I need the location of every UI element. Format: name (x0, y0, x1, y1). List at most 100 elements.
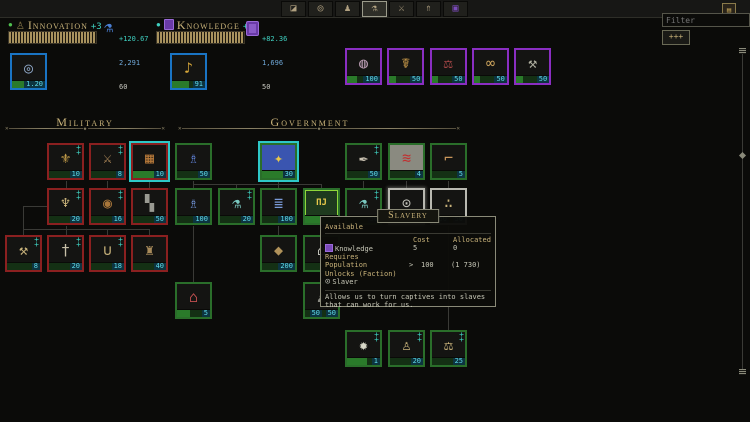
tech-node-stone-wall[interactable]: ▚50 (131, 188, 168, 225)
knowledge-book-icon (164, 19, 174, 30)
node-value-badge: 40 (154, 263, 166, 270)
node-value-badge: 10 (154, 171, 166, 178)
tooltip-requires-name: Population (325, 261, 367, 269)
node-upgrade-plus-icon: ++ (417, 332, 422, 342)
tech-node-scrolls[interactable]: ≣100 (260, 188, 297, 225)
theater-icon: ◍ (347, 50, 380, 77)
node-value-badge: 100 (363, 76, 380, 83)
tree-edge (149, 181, 150, 188)
node-value-badge: 50 (154, 216, 166, 223)
tech-node-flask-figures[interactable]: ⚗20++ (218, 188, 255, 225)
tech-node-tools[interactable]: ⚒50 (514, 48, 551, 85)
innovation-flask-icon: ⚗ (104, 20, 113, 35)
node-value-badge: 8 (32, 263, 40, 270)
tech-node-shield-banner[interactable]: ⚜10++ (47, 143, 84, 180)
tech-node-book[interactable]: ✦30 (260, 143, 297, 180)
node-value-badge: 50 (198, 171, 210, 178)
topbar-city-button[interactable]: ◎ (308, 1, 333, 17)
justice-icon: ⚖ (432, 50, 465, 77)
knowledge-label: Knowledge (177, 18, 240, 32)
tech-node-sword[interactable]: †20++ (47, 235, 84, 272)
horn-icon: ♪ (172, 55, 205, 82)
topbar-research-button[interactable]: ⚗ (362, 1, 387, 17)
tech-node-eagle-gear[interactable]: ♗100 (175, 188, 212, 225)
school-icon: ΠJ (305, 190, 338, 217)
node-value-badge: 4 (415, 171, 423, 178)
node-upgrade-plus-icon: ++ (459, 332, 464, 342)
topbar-terrain-button[interactable]: ◪ (281, 1, 306, 17)
scrollbar-track[interactable] (742, 50, 743, 375)
tooltip-title: Slavery (377, 209, 439, 223)
tree-edge (278, 181, 279, 188)
scrollbar-bottom-grip[interactable] (739, 369, 746, 375)
node-value-badge: 16 (112, 216, 124, 223)
slaver-collar-icon: ⊙ (325, 277, 330, 287)
scrollbar-top-grip[interactable] (739, 48, 746, 54)
tech-node-medicine[interactable]: ☤50 (387, 48, 424, 85)
node-value-badge: 100 (193, 216, 210, 223)
node-value-badge: 8 (116, 171, 124, 178)
node-value-badge: 100 (278, 216, 295, 223)
tech-node-shield-sword[interactable]: ⚔8++ (89, 143, 126, 180)
topbar-population-button[interactable]: ♟ (335, 1, 360, 17)
knowledge-progress-bar (156, 31, 245, 44)
tech-node-figure[interactable]: ♙20++ (388, 330, 425, 367)
innovation-rate: +120.67 (119, 35, 149, 43)
node-upgrade-plus-icon: ++ (118, 145, 123, 155)
knowledge-rate: +82.36 (262, 35, 287, 43)
tech-node-arena[interactable]: ◎1.20 (10, 53, 47, 90)
tech-node-horn[interactable]: ♪91 (170, 53, 207, 90)
tech-node-bag[interactable]: ◆200 (260, 235, 297, 272)
capitol-dome-icon: ⌂ (177, 284, 210, 311)
node-value-badge: 50 (326, 310, 338, 317)
tech-node-trident[interactable]: ♆20++ (47, 188, 84, 225)
arena-icon: ◎ (12, 55, 45, 82)
knowledge-icon (325, 244, 333, 252)
tech-node-binoculars[interactable]: ∞50 (472, 48, 509, 85)
filter-input[interactable] (662, 13, 750, 27)
tech-node-round-shield[interactable]: ◉16++ (89, 188, 126, 225)
innovation-cap: 60 (119, 83, 149, 91)
tech-node-palisade-wall[interactable]: ▦10 (131, 143, 168, 180)
node-upgrade-plus-icon: ++ (76, 237, 81, 247)
tooltip-unlocks-label: Unlocks (Faction) (325, 270, 491, 278)
tree-edge (194, 184, 322, 185)
bag-icon: ◆ (262, 237, 295, 264)
topbar-factions-button[interactable]: ▣ (443, 1, 468, 17)
military-divider: ✕ ◆ ✕ (5, 125, 165, 132)
tech-node-catapult[interactable]: ♜40 (131, 235, 168, 272)
tree-edge (278, 226, 279, 235)
tech-node-bow[interactable]: ∪18++ (89, 235, 126, 272)
tech-node-eagle-statue[interactable]: ♗50 (175, 143, 212, 180)
tech-node-quill[interactable]: ✒50++ (345, 143, 382, 180)
node-upgrade-plus-icon: ++ (76, 145, 81, 155)
tech-node-sunburst[interactable]: ✹1++ (345, 330, 382, 367)
tooltip-unlock-name: Slaver (332, 278, 357, 286)
tech-node-striped-shield[interactable]: ≋4 (388, 143, 425, 180)
eagle-gear-icon: ♗ (177, 190, 210, 217)
tech-node-hand-axe[interactable]: ⚒8++ (5, 235, 42, 272)
government-divider: ✕ ◆ ✕ (178, 125, 460, 132)
topbar-military-button[interactable]: ⚔ (389, 1, 414, 17)
tech-node-theater[interactable]: ◍100 (345, 48, 382, 85)
tooltip-operator: > (409, 261, 413, 269)
divider-end-icon: ✕ (161, 125, 165, 132)
tech-node-capitol-dome[interactable]: ⌂5 (175, 282, 212, 319)
tooltip-requires-label: Requires (325, 253, 491, 261)
node-upgrade-plus-icon: ++ (374, 332, 379, 342)
tech-tooltip: Slavery Available Cost Allocated Knowled… (320, 216, 496, 307)
scrollbar-thumb[interactable] (739, 152, 746, 159)
knowledge-header: ●Knowledge+18 (156, 19, 259, 31)
tech-node-justice[interactable]: ⚖50 (430, 48, 467, 85)
node-upgrade-plus-icon: ++ (118, 190, 123, 200)
filter-expand-button[interactable]: +++ (662, 30, 690, 45)
innovation-stats: +120.67 2,291 60 (119, 19, 149, 107)
tooltip-allocated-value: 0 (453, 244, 457, 252)
tech-node-gallows[interactable]: ⌐5 (430, 143, 467, 180)
tree-edge (107, 181, 108, 188)
node-value-badge: 5 (457, 171, 465, 178)
eagle-statue-icon: ♗ (177, 145, 210, 172)
tech-node-scales[interactable]: ⚖25++ (430, 330, 467, 367)
topbar-growth-button[interactable]: ⇑ (416, 1, 441, 17)
node-value2-badge: 50 (310, 310, 322, 317)
